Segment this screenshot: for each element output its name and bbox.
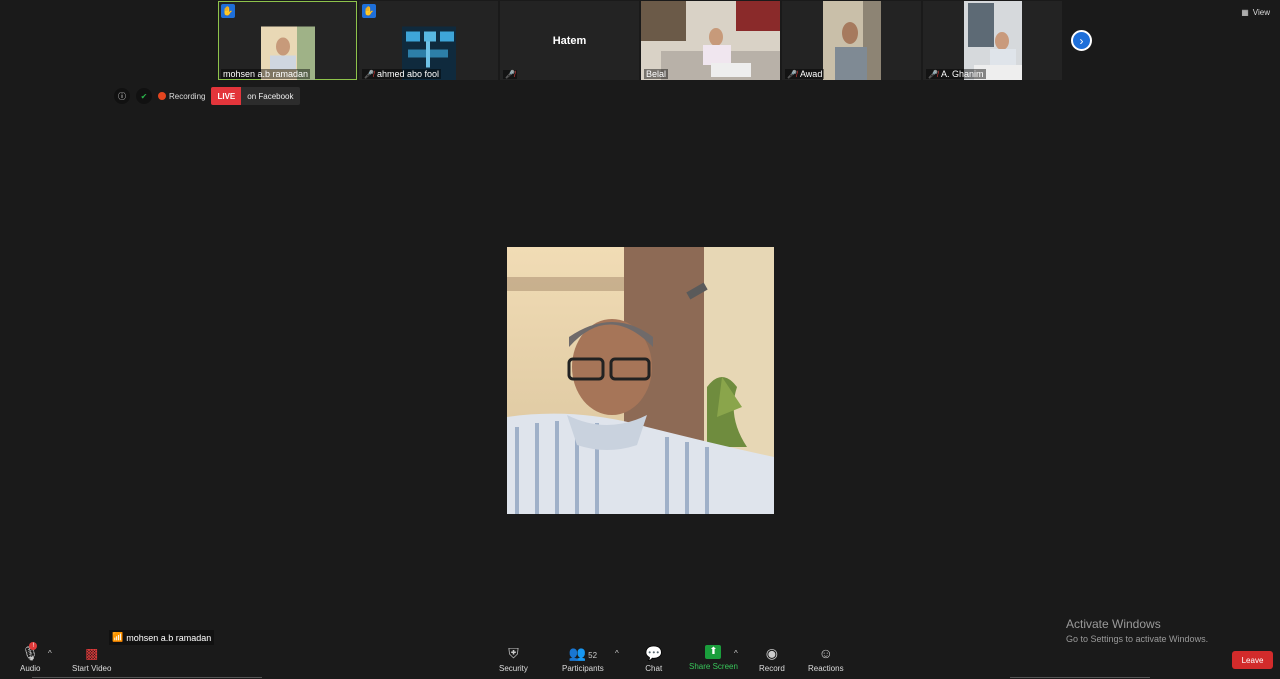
shield-icon: ⛨ — [508, 645, 519, 661]
participant-tile[interactable]: ✋ 🎤̸ ahmed abo fool — [359, 1, 498, 80]
record-label: Record — [759, 664, 785, 673]
recording-dot-icon — [158, 92, 166, 100]
participant-name: 🎤̸ ahmed abo fool — [362, 69, 442, 79]
view-button[interactable]: ▦ View — [1241, 8, 1270, 17]
chat-bubble-icon: 💬 — [645, 645, 663, 661]
reactions-button[interactable]: ☺ Reactions — [808, 645, 844, 673]
participant-name-large: Hatem — [552, 34, 587, 47]
recording-indicator[interactable]: Recording — [158, 92, 205, 101]
chevron-right-icon: › — [1079, 33, 1084, 48]
audio-alert-badge: ! — [29, 642, 38, 650]
share-options-caret[interactable]: ^ — [734, 649, 738, 658]
start-video-button[interactable]: ▩ Start Video — [72, 645, 111, 673]
security-label: Security — [499, 664, 528, 673]
audio-button[interactable]: 🎙! Audio — [20, 642, 41, 673]
participants-count: 52 — [588, 651, 598, 660]
participant-name: 🎤̸ Awad — [785, 69, 825, 79]
raised-hand-icon: ✋ — [221, 4, 235, 18]
participant-name: 🎤̸ A. Ghanim — [926, 69, 986, 79]
participants-button[interactable]: 👥 52 Participants — [562, 645, 604, 673]
participant-status: 🎤̸ — [503, 70, 517, 79]
live-stream-badge[interactable]: LIVE on Facebook — [211, 87, 300, 105]
meeting-status-bar: ⓘ ✔ Recording LIVE on Facebook — [114, 87, 300, 105]
record-icon: ◉ — [765, 645, 778, 661]
active-speaker-video — [507, 247, 774, 514]
activate-title: Activate Windows — [1066, 617, 1161, 631]
mic-muted-icon: 🎤̸ — [505, 70, 515, 79]
participant-tile[interactable]: 🎤̸ Awad — [782, 1, 921, 80]
participant-tile[interactable]: Hatem 🎤̸ — [500, 1, 639, 80]
reactions-label: Reactions — [808, 664, 844, 673]
participants-label: Participants — [562, 664, 604, 673]
participant-video — [823, 1, 881, 80]
mic-muted-icon: 🎤̸ — [364, 69, 374, 79]
audio-options-caret[interactable]: ^ — [48, 649, 52, 658]
participant-tile[interactable]: Belal — [641, 1, 780, 80]
signal-strength-icon: 📶 — [112, 632, 124, 642]
share-screen-button[interactable]: ⬆ Share Screen — [689, 645, 738, 671]
leave-button[interactable]: Leave — [1232, 651, 1273, 669]
participant-name: Belal — [644, 69, 669, 79]
emoji-icon: ☺ — [818, 645, 833, 661]
participant-name: mohsen a.b ramadan — [221, 69, 311, 79]
next-page-button[interactable]: › — [1071, 30, 1092, 51]
video-off-icon: ▩ — [85, 645, 99, 661]
live-label: LIVE — [211, 87, 242, 105]
grid-icon: ▦ — [1241, 8, 1249, 17]
speaker-name: mohsen a.b ramadan — [126, 632, 212, 643]
record-button[interactable]: ◉ Record — [759, 645, 785, 673]
raised-hand-icon: ✋ — [362, 4, 376, 18]
mic-muted-icon: 🎤̸ — [928, 69, 938, 79]
people-icon: 👥 52 — [568, 645, 598, 661]
audio-label: Audio — [20, 664, 41, 673]
taskbar-edge — [32, 677, 262, 678]
start-video-label: Start Video — [72, 664, 112, 673]
active-speaker-label: 📶 mohsen a.b ramadan — [109, 630, 215, 645]
participants-options-caret[interactable]: ^ — [615, 649, 619, 658]
microphone-icon: 🎙! — [21, 642, 40, 661]
info-icon[interactable]: ⓘ — [114, 88, 130, 104]
view-label: View — [1252, 8, 1270, 17]
share-arrow-icon: ⬆ — [705, 645, 722, 659]
share-screen-label: Share Screen — [689, 662, 738, 671]
activate-subtitle: Go to Settings to activate Windows. — [1066, 634, 1209, 644]
participant-strip: ✋ mohsen a.b ramadan ✋ 🎤̸ ahmed abo fool … — [218, 1, 1062, 80]
chat-label: Chat — [645, 664, 663, 673]
encryption-shield-icon[interactable]: ✔ — [136, 88, 152, 104]
participant-tile[interactable]: 🎤̸ A. Ghanim — [923, 1, 1062, 80]
participant-tile[interactable]: ✋ mohsen a.b ramadan — [218, 1, 357, 80]
security-button[interactable]: ⛨ Security — [499, 645, 528, 673]
taskbar-edge — [1010, 677, 1150, 678]
mic-muted-icon: 🎤̸ — [787, 69, 797, 79]
recording-label: Recording — [169, 91, 206, 101]
activate-windows-watermark: Activate Windows Go to Settings to activ… — [1066, 617, 1208, 644]
live-target: on Facebook — [241, 87, 300, 105]
chat-button[interactable]: 💬 Chat — [645, 645, 662, 673]
